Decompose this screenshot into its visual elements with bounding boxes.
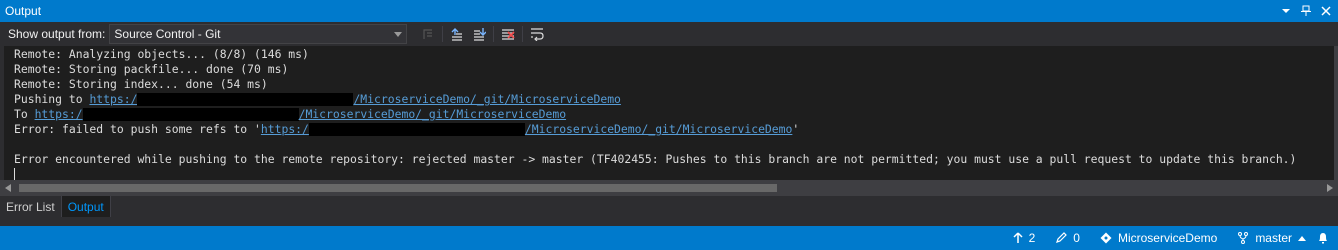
output-text-area[interactable]: Remote: Analyzing objects... (8/8) (146 … [4, 46, 1338, 180]
window-title: Output [5, 4, 42, 18]
tab-error-list[interactable]: Error List [0, 196, 61, 217]
horizontal-scrollbar[interactable] [0, 180, 1338, 196]
arrow-up-icon [1013, 232, 1023, 243]
toolbar-separator [522, 26, 524, 42]
repository-indicator[interactable]: MicroserviceDemo [1100, 231, 1217, 245]
scroll-right-arrow-icon[interactable] [1322, 180, 1338, 196]
tab-output[interactable]: Output [60, 196, 111, 217]
pending-changes-indicator[interactable]: 0 [1055, 231, 1080, 245]
output-source-value: Source Control - Git [114, 27, 221, 41]
toggle-word-wrap-icon[interactable] [526, 24, 548, 44]
vertical-scrollbar[interactable] [1334, 46, 1338, 180]
repo-url-link-path[interactable]: /MicroserviceDemo/_git/MicroserviceDemo [299, 107, 566, 122]
output-line: Remote: Analyzing objects... (8/8) (146 … [14, 47, 309, 61]
toolbar-separator [442, 26, 444, 42]
status-bar: 2 0 MicroserviceDemo master [0, 226, 1338, 250]
repo-url-link-path[interactable]: /MicroserviceDemo/_git/MicroserviceDemo [525, 122, 792, 137]
show-output-from-label: Show output from: [8, 27, 106, 41]
find-message-in-code-icon[interactable] [417, 24, 439, 44]
branch-name: master [1255, 231, 1292, 245]
repository-name: MicroserviceDemo [1117, 231, 1218, 245]
notifications-icon[interactable] [1318, 232, 1328, 244]
chevron-down-icon [390, 31, 406, 37]
output-text: Pushing to [14, 92, 90, 106]
chevron-up-icon [1298, 235, 1306, 241]
close-icon[interactable] [1318, 3, 1334, 19]
repo-url-link-scheme[interactable]: https:/ [261, 122, 309, 137]
panel-tab-strip: Error List Output [0, 196, 1338, 218]
previous-message-icon[interactable] [446, 24, 468, 44]
repo-url-link-scheme[interactable]: https:/ [35, 107, 83, 122]
redacted-host [308, 123, 525, 136]
output-line: To https:/ /MicroserviceDemo/_git/Microse… [14, 107, 1338, 122]
output-line: Error: failed to push some refs to ' http… [14, 122, 1338, 137]
scrollbar-track[interactable] [16, 180, 1322, 196]
output-toolbar: Show output from: Source Control - Git [0, 22, 1338, 46]
output-text: ' [792, 122, 800, 136]
output-line: Remote: Storing index... done (54 ms) [14, 77, 268, 91]
output-window-titlebar: Output [0, 0, 1338, 22]
scrollbar-thumb[interactable] [19, 184, 777, 192]
output-line [14, 167, 1338, 180]
text-caret [14, 168, 15, 180]
next-message-icon[interactable] [468, 24, 490, 44]
unpublished-commits-count: 2 [1028, 231, 1036, 245]
output-source-dropdown[interactable]: Source Control - Git [109, 24, 408, 44]
scroll-left-arrow-icon[interactable] [0, 180, 16, 196]
output-text: To [14, 107, 35, 121]
output-line: Pushing to https:/ /MicroserviceDemo/_git… [14, 92, 1338, 107]
repo-url-link-scheme[interactable]: https:/ [89, 92, 137, 107]
repo-url-link-path[interactable]: /MicroserviceDemo/_git/MicroserviceDemo [353, 92, 620, 107]
branch-indicator[interactable]: master [1237, 231, 1306, 245]
pending-changes-count: 0 [1073, 231, 1080, 245]
output-line-empty [14, 137, 1338, 152]
output-text: Error: failed to push some refs to ' [14, 122, 261, 136]
pin-icon[interactable] [1298, 3, 1314, 19]
redacted-host [137, 93, 354, 106]
git-branch-icon [1238, 232, 1249, 244]
output-line: Remote: Storing packfile... done (70 ms) [14, 62, 289, 76]
clear-all-icon[interactable] [497, 24, 519, 44]
toolbar-separator [493, 26, 495, 42]
pencil-icon [1056, 232, 1068, 243]
window-menu-chevron-icon[interactable] [1278, 3, 1294, 19]
unpublished-commits-indicator[interactable]: 2 [1013, 231, 1036, 245]
git-repo-icon [1100, 232, 1112, 244]
output-line-error: Error encountered while pushing to the r… [14, 152, 1297, 166]
redacted-host [82, 108, 299, 121]
